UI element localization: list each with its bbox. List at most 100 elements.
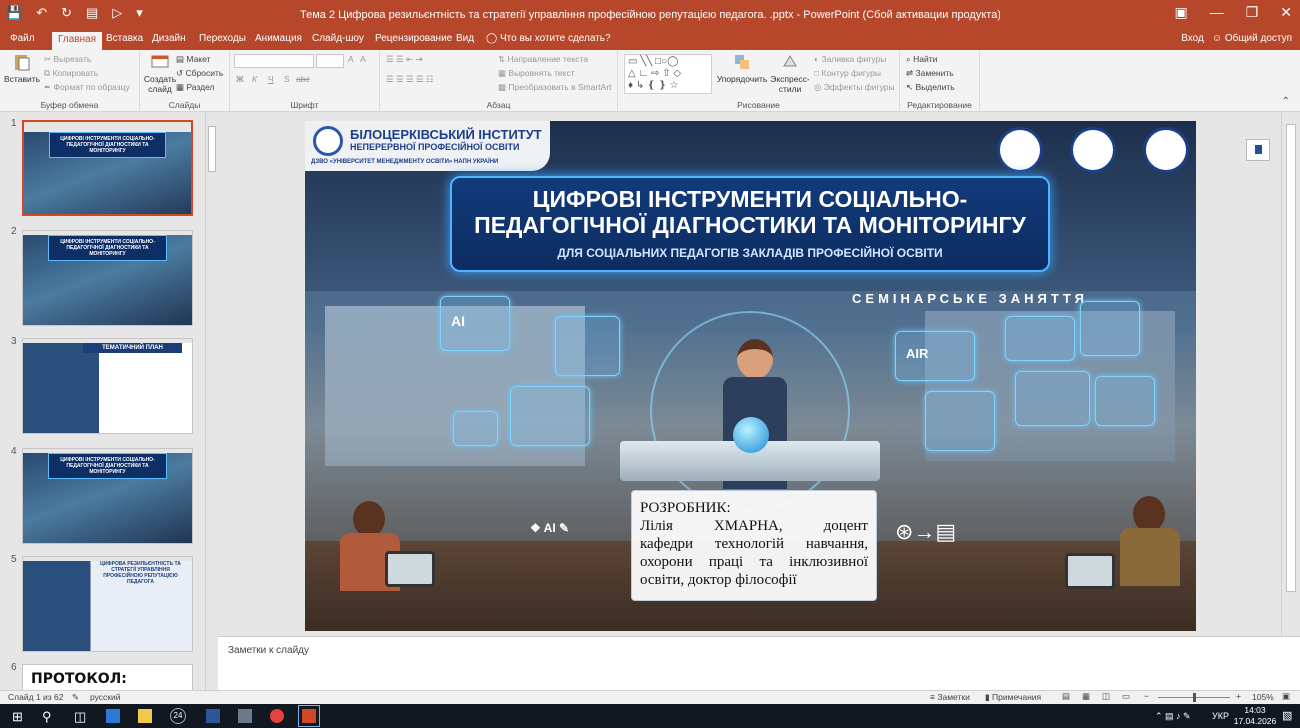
bullets-button[interactable]: ☰ ☰ ⇤ ⇥ bbox=[386, 54, 423, 65]
slide-scrollbar[interactable] bbox=[1281, 112, 1300, 636]
shape-outline-button[interactable]: □ Контур фигуры bbox=[814, 68, 881, 78]
font-name-combo[interactable] bbox=[234, 54, 314, 68]
input-language[interactable]: УКР bbox=[1212, 711, 1229, 721]
notes-toggle-button[interactable]: ≡ Заметки bbox=[930, 692, 970, 702]
clock-date[interactable]: 17.04.2026 bbox=[1232, 716, 1278, 726]
minimize-button[interactable]: — bbox=[1210, 4, 1224, 21]
slideshow-view-icon[interactable]: ▭ bbox=[1122, 691, 1130, 702]
cut-button[interactable]: ✂ Вырезать bbox=[44, 54, 91, 65]
zoom-level[interactable]: 105% bbox=[1252, 692, 1274, 702]
ai-brush-icon: ❖ AI ✎ bbox=[530, 521, 570, 535]
start-slideshow-icon[interactable]: ▷ bbox=[112, 5, 122, 21]
tab-design[interactable]: Дизайн bbox=[152, 33, 186, 44]
fit-slide-icon[interactable]: ▣ bbox=[1282, 691, 1290, 702]
zoom-out-button[interactable]: − bbox=[1144, 691, 1149, 701]
increase-font-button[interactable]: A bbox=[348, 54, 354, 64]
replace-button[interactable]: ⇌ Заменить bbox=[906, 68, 954, 79]
find-button[interactable]: ⌕ Найти bbox=[906, 54, 937, 65]
save-icon[interactable]: 💾 bbox=[6, 5, 22, 21]
windows-taskbar: ⊞ ⚲ ◫ 24 ⌃ ▤ ♪ ✎ УКР 14:03 17.04.2026 ▧ bbox=[0, 704, 1300, 728]
search-icon[interactable]: ⚲ bbox=[42, 709, 56, 724]
format-painter-button[interactable]: ✒ Формат по образцу bbox=[44, 82, 130, 93]
quick-styles-button[interactable]: Экспресс-стили bbox=[768, 52, 812, 94]
slide-thumbnail-1[interactable]: ЦИФРОВІ ІНСТРУМЕНТИ СОЦІАЛЬНО-ПЕДАГОГІЧН… bbox=[22, 120, 193, 216]
comments-toggle-button[interactable]: ▮ Примечания bbox=[985, 692, 1041, 703]
collapse-ribbon-icon[interactable]: ⌃ bbox=[1282, 96, 1290, 107]
tell-me-search[interactable]: ◯ Что вы хотите сделать? bbox=[486, 33, 611, 44]
signin-link[interactable]: Вход bbox=[1181, 33, 1204, 44]
select-button[interactable]: ↖ Выделить bbox=[906, 82, 955, 93]
task-view-icon[interactable]: ◫ bbox=[74, 709, 88, 724]
slide-thumbnail-6[interactable]: ПРОТОКОЛ: bbox=[22, 664, 193, 690]
reset-button[interactable]: ↺ Сбросить bbox=[176, 68, 223, 79]
smartart-button[interactable]: ▩ Преобразовать в SmartArt bbox=[498, 82, 612, 93]
zoom-slider-handle[interactable] bbox=[1193, 693, 1196, 702]
normal-view-icon[interactable]: ▤ bbox=[1062, 691, 1070, 702]
spellcheck-icon[interactable]: ✎ bbox=[72, 692, 79, 703]
tab-animation[interactable]: Анимация bbox=[255, 33, 302, 44]
italic-button[interactable]: К bbox=[252, 74, 257, 84]
shapes-gallery[interactable]: ▭ ╲╲ □○◯ △ ∟ ⇨ ⇧ ◇ ♦ ↳ ❴ ❵ ☆ bbox=[624, 54, 712, 94]
tab-transitions[interactable]: Переходы bbox=[199, 33, 246, 44]
new-slide-button[interactable]: Создать слайд bbox=[142, 52, 178, 94]
bookmark-button[interactable] bbox=[1246, 139, 1270, 161]
paste-button[interactable]: Вставить bbox=[4, 52, 40, 84]
slide-scroll-thumb[interactable] bbox=[1286, 124, 1296, 592]
tab-slideshow[interactable]: Слайд-шоу bbox=[312, 33, 364, 44]
customize-qat-icon[interactable]: ▾ bbox=[136, 5, 143, 21]
underline-button[interactable]: Ч bbox=[268, 74, 274, 84]
slide-thumbnail-3[interactable]: ТЕМАТИЧНИЙ ПЛАН bbox=[22, 338, 193, 434]
tab-home[interactable]: Главная bbox=[52, 32, 103, 50]
layout-button[interactable]: ▤ Макет bbox=[176, 54, 210, 65]
strikethrough-button[interactable]: abc bbox=[296, 74, 310, 84]
close-button[interactable]: ✕ bbox=[1280, 4, 1292, 21]
align-buttons[interactable]: ☰ ☰ ☰ ☰ ☷ bbox=[386, 74, 434, 85]
windows-start-icon[interactable]: ⊞ bbox=[12, 709, 26, 724]
copy-button[interactable]: ⧉ Копировать bbox=[44, 68, 98, 79]
powerpoint-icon[interactable] bbox=[298, 705, 320, 727]
shadow-button[interactable]: S bbox=[284, 74, 290, 84]
font-size-combo[interactable] bbox=[316, 54, 344, 68]
slide-thumbnail-5[interactable]: ЦИФРОВА РЕЗИЛЬЄНТНІСТЬ ТА СТРАТЕГІЇ УПРА… bbox=[22, 556, 193, 652]
thumbnails-scrollbar[interactable] bbox=[205, 112, 218, 690]
notification-icon[interactable]: ▧ bbox=[1282, 709, 1292, 722]
reading-view-icon[interactable]: ◫ bbox=[1102, 691, 1110, 702]
undo-icon[interactable]: ↶ bbox=[36, 5, 47, 21]
shape-fill-button[interactable]: ◐ Заливка фигуры bbox=[814, 54, 886, 64]
tray-icons[interactable]: ⌃ ▤ ♪ ✎ bbox=[1155, 711, 1191, 722]
tab-review[interactable]: Рецензирование bbox=[375, 33, 452, 44]
share-button[interactable]: ☺ Общий доступ bbox=[1212, 33, 1292, 44]
notes-app-icon[interactable] bbox=[238, 709, 252, 723]
word-icon[interactable] bbox=[206, 709, 220, 723]
slide-thumbnail-2[interactable]: ЦИФРОВІ ІНСТРУМЕНТИ СОЦІАЛЬНО-ПЕДАГОГІЧН… bbox=[22, 230, 193, 326]
tab-file[interactable]: Файл bbox=[10, 33, 35, 44]
store-icon[interactable] bbox=[106, 709, 120, 723]
align-text-button[interactable]: ▦ Выровнять текст bbox=[498, 68, 575, 79]
file-explorer-icon[interactable] bbox=[138, 709, 152, 723]
slide-thumbnails-pane: 1 ЦИФРОВІ ІНСТРУМЕНТИ СОЦІАЛЬНО-ПЕДАГОГІ… bbox=[0, 112, 218, 690]
language-indicator[interactable]: русский bbox=[90, 692, 121, 702]
author-box[interactable]: РОЗРОБНИК: Лілія ХМАРНА, доцент кафедри … bbox=[631, 490, 877, 601]
slide-canvas[interactable]: БІЛОЦЕРКІВСЬКИЙ ІНСТИТУТ НЕПЕРЕРВНОЇ ПРО… bbox=[305, 121, 1196, 631]
shape-effects-button[interactable]: ◎ Эффекты фигуры bbox=[814, 82, 895, 93]
bold-button[interactable]: Ж bbox=[236, 74, 244, 84]
text-direction-button[interactable]: ⇅ Направление текста bbox=[498, 54, 588, 65]
maximize-button[interactable]: ❐ bbox=[1246, 4, 1259, 21]
section-button[interactable]: ▦ Раздел bbox=[176, 82, 215, 93]
decrease-font-button[interactable]: A bbox=[360, 54, 366, 64]
zoom-in-button[interactable]: + bbox=[1236, 691, 1241, 701]
thumbnails-scroll-thumb[interactable] bbox=[208, 126, 216, 172]
thumb-title: ЦИФРОВІ ІНСТРУМЕНТИ СОЦІАЛЬНО-ПЕДАГОГІЧН… bbox=[48, 453, 167, 479]
tab-view[interactable]: Вид bbox=[456, 33, 474, 44]
chrome-icon[interactable] bbox=[270, 709, 284, 723]
arrange-button[interactable]: Упорядочить bbox=[716, 52, 768, 84]
tab-insert[interactable]: Вставка bbox=[106, 33, 143, 44]
app-badge-icon[interactable]: 24 bbox=[170, 708, 186, 724]
clock-time[interactable]: 14:03 bbox=[1238, 705, 1272, 715]
redo-icon[interactable]: ↻ bbox=[61, 5, 72, 21]
slide-thumbnail-4[interactable]: ЦИФРОВІ ІНСТРУМЕНТИ СОЦІАЛЬНО-ПЕДАГОГІЧН… bbox=[22, 448, 193, 544]
notes-pane[interactable]: Заметки к слайду bbox=[218, 636, 1300, 690]
ribbon-display-options-icon[interactable]: ▣ bbox=[1174, 4, 1187, 21]
presentation-icon[interactable]: ▤ bbox=[86, 5, 98, 21]
sorter-view-icon[interactable]: ▦ bbox=[1082, 691, 1090, 702]
